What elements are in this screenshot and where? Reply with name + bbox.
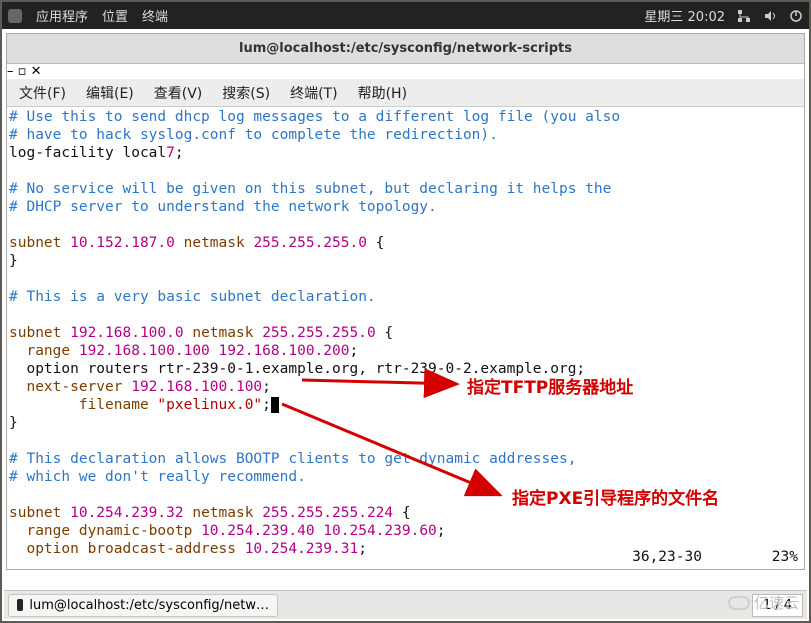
taskbar-item-terminal[interactable]: lum@localhost:/etc/sysconfig/netw…	[8, 594, 278, 617]
editor-line: subnet 10.152.187.0 netmask 255.255.255.…	[9, 235, 384, 251]
editor-line: next-server 192.168.100.100;	[9, 379, 271, 395]
menu-edit[interactable]: 编辑(E)	[78, 81, 142, 105]
editor-line: log-facility local7;	[9, 145, 184, 161]
workspace-switcher[interactable]: 1 / 4	[752, 594, 803, 617]
editor-line: subnet 192.168.100.0 netmask 255.255.255…	[9, 325, 393, 341]
menu-search[interactable]: 搜索(S)	[214, 81, 278, 105]
editor-line: # have to hack syslog.conf to complete t…	[9, 127, 498, 143]
power-icon[interactable]	[789, 9, 803, 23]
annotation-pxe-label: 指定PXE引导程序的文件名	[512, 484, 719, 509]
editor-line: }	[9, 253, 18, 269]
terminal-icon	[17, 599, 23, 611]
menu-terminal[interactable]: 终端(T)	[282, 81, 345, 105]
editor-line: # which we don't really recommend.	[9, 469, 306, 485]
editor-line: subnet 10.254.239.32 netmask 255.255.255…	[9, 505, 411, 521]
window-minimize-button[interactable]: –	[7, 64, 14, 79]
editor-line: # No service will be given on this subne…	[9, 181, 611, 197]
gnome-bottom-taskbar: lum@localhost:/etc/sysconfig/netw… 1 / 4	[4, 590, 807, 619]
editor-line: }	[9, 415, 18, 431]
editor-line: # DHCP server to understand the network …	[9, 199, 437, 215]
editor-line: # This is a very basic subnet declaratio…	[9, 289, 376, 305]
editor-line: # This declaration allows BOOTP clients …	[9, 451, 576, 467]
volume-icon[interactable]	[763, 9, 777, 23]
menu-view[interactable]: 查看(V)	[146, 81, 211, 105]
panel-places[interactable]: 位置	[102, 6, 128, 25]
editor-line: option broadcast-address 10.254.239.31;	[9, 541, 367, 557]
editor-line: filename "pxelinux.0";	[9, 397, 279, 413]
window-titlebar[interactable]: lum@localhost:/etc/sysconfig/network-scr…	[7, 34, 804, 64]
network-icon[interactable]	[737, 9, 751, 23]
editor-line: range 192.168.100.100 192.168.100.200;	[9, 343, 358, 359]
gnome-top-panel: 应用程序 位置 终端 星期三 20:02	[2, 2, 809, 29]
panel-clock[interactable]: 星期三 20:02	[644, 6, 725, 25]
editor-line: range dynamic-bootp 10.254.239.40 10.254…	[9, 523, 446, 539]
editor-line: # Use this to send dhcp log messages to …	[9, 109, 620, 125]
annotation-tftp-label: 指定TFTP服务器地址	[467, 373, 633, 398]
panel-applications[interactable]: 应用程序	[36, 6, 88, 25]
window-title: lum@localhost:/etc/sysconfig/network-scr…	[239, 41, 572, 56]
panel-terminal[interactable]: 终端	[142, 6, 168, 25]
activities-logo-icon[interactable]	[8, 9, 22, 23]
vim-status-ruler: 36,23-30 23%	[632, 548, 798, 566]
menu-file[interactable]: 文件(F)	[11, 81, 74, 105]
taskbar-item-label: lum@localhost:/etc/sysconfig/netw…	[29, 598, 269, 613]
window-maximize-button[interactable]: ▫	[18, 64, 27, 79]
terminal-menubar: 文件(F) 编辑(E) 查看(V) 搜索(S) 终端(T) 帮助(H)	[7, 79, 804, 107]
window-close-button[interactable]: ✕	[31, 64, 42, 79]
text-cursor	[271, 397, 279, 413]
menu-help[interactable]: 帮助(H)	[350, 81, 415, 105]
